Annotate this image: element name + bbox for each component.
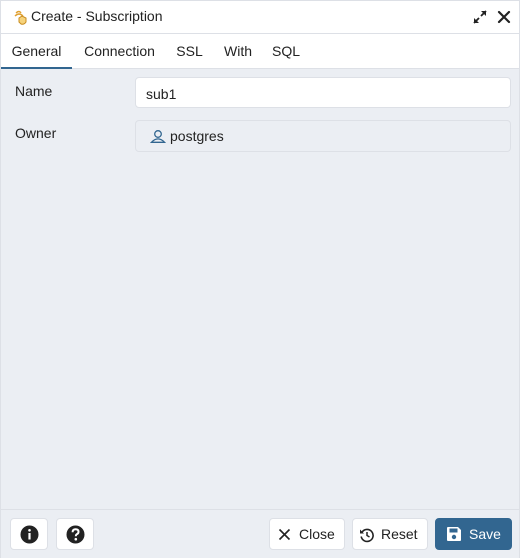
tab-ssl[interactable]: SSL	[169, 34, 210, 68]
tab-bar: General Connection SSL With SQL	[1, 34, 519, 69]
owner-select[interactable]: postgres	[135, 120, 511, 152]
close-button-label: Close	[299, 526, 335, 542]
help-button[interactable]	[56, 518, 94, 550]
name-value: sub1	[146, 86, 177, 102]
reset-button[interactable]: Reset	[352, 518, 428, 550]
info-icon	[20, 525, 39, 544]
save-icon	[447, 527, 461, 541]
owner-label: Owner	[15, 125, 57, 141]
reset-icon	[360, 528, 374, 543]
info-button[interactable]	[10, 518, 48, 550]
dialog-title: Create - Subscription	[31, 8, 163, 24]
name-label: Name	[15, 83, 53, 99]
create-subscription-dialog: Create - Subscription General Connection…	[0, 0, 520, 558]
active-tab-indicator	[1, 67, 72, 69]
dialog-footer: Close Reset Save	[1, 509, 519, 558]
tab-with[interactable]: With	[215, 34, 261, 68]
reset-button-label: Reset	[381, 526, 418, 542]
maximize-icon[interactable]	[471, 8, 489, 26]
owner-value: postgres	[170, 128, 224, 144]
subscription-icon	[14, 10, 27, 25]
dialog-titlebar[interactable]: Create - Subscription	[1, 1, 519, 34]
tab-connection[interactable]: Connection	[74, 34, 165, 68]
name-input[interactable]: sub1	[135, 77, 511, 108]
tab-general[interactable]: General	[1, 34, 72, 68]
save-button[interactable]: Save	[435, 518, 512, 550]
user-icon	[150, 130, 166, 143]
help-icon	[66, 525, 85, 544]
save-button-label: Save	[469, 526, 501, 542]
close-button[interactable]: Close	[269, 518, 345, 550]
tab-sql[interactable]: SQL	[265, 34, 307, 68]
close-icon[interactable]	[495, 8, 513, 26]
close-icon	[278, 528, 291, 541]
